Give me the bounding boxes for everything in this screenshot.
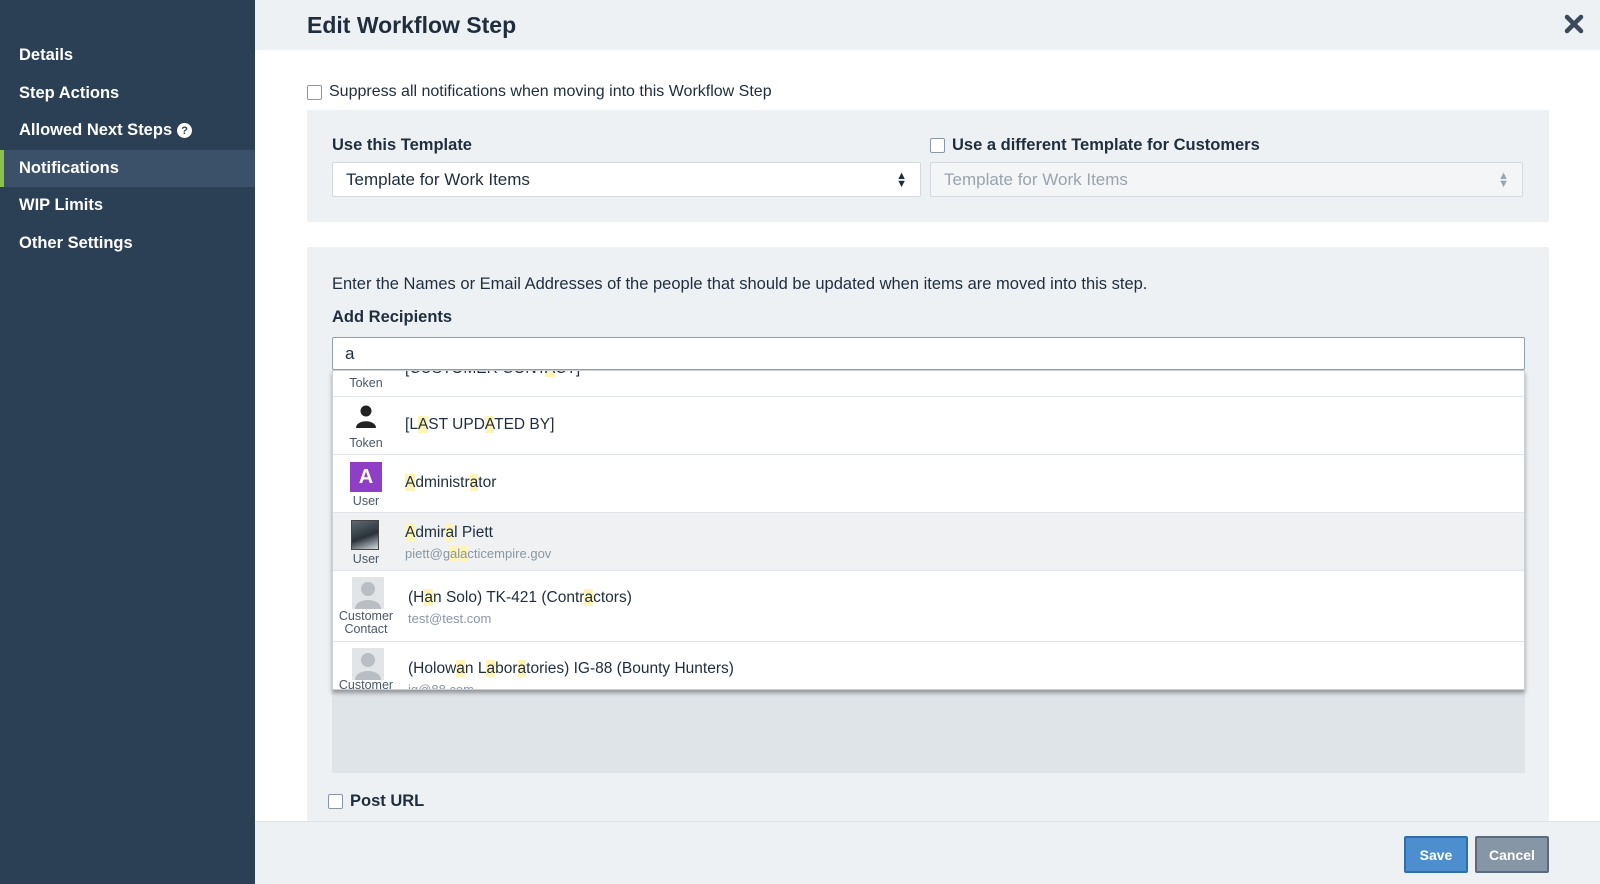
customer-template-label: Use a different Template for Customers [952,136,1260,154]
sidebar-item-notifications[interactable]: Notifications [0,149,255,187]
match-highlight: A [417,416,429,433]
suggestion-email: test@test.com [408,611,492,626]
suppress-checkbox[interactable] [307,84,322,100]
modal-header: Edit Workflow Step [255,0,1600,50]
template-panel: Use this Template Template for Work Item… [307,110,1549,222]
customer-template-toggle[interactable]: Use a different Template for Customers [930,136,1260,155]
page-title: Edit Workflow Step [307,12,517,38]
suggestion-item[interactable]: Customer (Holowan Laboratories) IG-88 (B… [333,642,1524,690]
match-highlight: A [405,524,416,541]
close-icon [1564,14,1584,34]
suggestion-type: Token [349,436,383,450]
sidebar-item-allowed-next-steps[interactable]: Allowed Next Steps? [0,112,255,150]
suggestion-type: Customer [338,678,394,690]
suppress-notifications[interactable]: Suppress all notifications when moving i… [307,83,772,101]
suggestion-email: piett@galacticempire.gov [405,546,552,561]
person-icon [356,405,376,428]
post-url-toggle[interactable]: Post URL [328,792,424,811]
suggestion-name: Admiral Piett [405,524,493,541]
sidebar-item-step-actions[interactable]: Step Actions [0,75,255,113]
template-select-value: Template for Work Items [346,169,530,189]
match-highlight: a [445,524,455,541]
default-avatar-icon [352,577,384,609]
match-highlight: A [484,416,495,433]
sidebar-item-label: Details [19,46,74,65]
sort-arrows-icon: ▲ ▼ [896,169,907,190]
match-highlight: A [544,371,556,377]
sidebar-item-label: Step Actions [19,83,120,102]
suggestion-name: [LAST UPDATED BY] [405,416,555,433]
match-highlight: a [584,589,594,606]
sidebar-item-label: WIP Limits [19,196,104,215]
recipient-suggestions: [CUSTOMER CONTACT] Token Token [LAST UPD… [332,370,1525,690]
suggestion-name: [CUSTOMER CONTACT] [405,371,580,378]
suggestion-name: Administrator [405,474,497,491]
suggestion-item[interactable]: [CUSTOMER CONTACT] Token [333,371,1524,397]
default-avatar-icon [352,648,384,680]
post-url-label: Post URL [350,792,425,810]
match-highlight: a [450,546,458,561]
suggestion-type-line2: Contact [344,622,388,636]
modal-content: Suppress all notifications when moving i… [255,50,1600,821]
match-highlight: a [469,474,479,491]
sidebar-item-label: Notifications [19,158,119,177]
sidebar-item-label: Other Settings [19,233,133,252]
modal-footer: Save Cancel [255,821,1600,884]
sidebar-item-label: Allowed Next Steps [19,121,173,140]
sidebar-item-other-settings[interactable]: Other Settings [0,225,255,263]
suggestion-type: Customer Contact [333,610,399,636]
recipients-input[interactable] [332,337,1525,370]
match-highlight: A [405,474,416,491]
match-highlight: a [486,660,496,677]
suggestion-type-line1: Customer [338,609,394,623]
template-select[interactable]: Template for Work Items ▲ ▼ [332,162,921,197]
suggestion-type: Token [349,376,383,390]
suggestion-item[interactable]: Token [LAST UPDATED BY] [333,397,1524,455]
recipients-panel: Enter the Names or Email Addresses of th… [307,247,1549,821]
recipients-list-area [332,683,1525,773]
cancel-button[interactable]: Cancel [1475,836,1549,873]
user-avatar: A [350,462,382,492]
template-label: Use this Template [332,136,472,154]
help-icon[interactable]: ? [177,123,193,139]
sidebar-item-wip-limits[interactable]: WIP Limits [0,187,255,225]
sort-arrows-icon: ▲ ▼ [1498,169,1509,190]
suggestion-item[interactable]: A User Administrator [333,455,1524,513]
suppress-label: Suppress all notifications when moving i… [329,83,772,100]
customer-template-select: Template for Work Items ▲ ▼ [930,162,1523,197]
post-url-checkbox[interactable] [328,794,343,809]
sidebar-nav: Details Step Actions Allowed Next Steps?… [0,0,255,262]
match-highlight: a [456,660,465,677]
sidebar: Details Step Actions Allowed Next Steps?… [0,0,255,884]
user-avatar [351,520,379,550]
customer-template-checkbox[interactable] [930,138,945,153]
close-button[interactable] [1560,10,1588,38]
match-highlight: a [460,546,468,561]
suggestion-email: ig@88.com [408,682,474,690]
recipients-description: Enter the Names or Email Addresses of th… [332,275,1148,293]
sidebar-item-details[interactable]: Details [0,37,255,75]
suggestion-item[interactable]: User Admiral Piett piett@galacticempire.… [333,513,1524,571]
match-highlight: a [424,589,433,606]
suggestion-item[interactable]: Customer Contact (Han Solo) TK-421 (Contr… [333,571,1524,642]
customer-template-value: Template for Work Items [944,169,1128,189]
recipients-label: Add Recipients [332,308,453,326]
match-highlight: a [517,660,527,677]
suggestion-name: (Holowan Laboratories) IG-88 (Bounty Hun… [408,660,734,677]
save-button[interactable]: Save [1404,836,1468,873]
suggestion-name: (Han Solo) TK-421 (Contractors) [408,589,632,606]
suggestion-type: User [352,552,380,566]
suggestion-type: User [352,494,380,508]
